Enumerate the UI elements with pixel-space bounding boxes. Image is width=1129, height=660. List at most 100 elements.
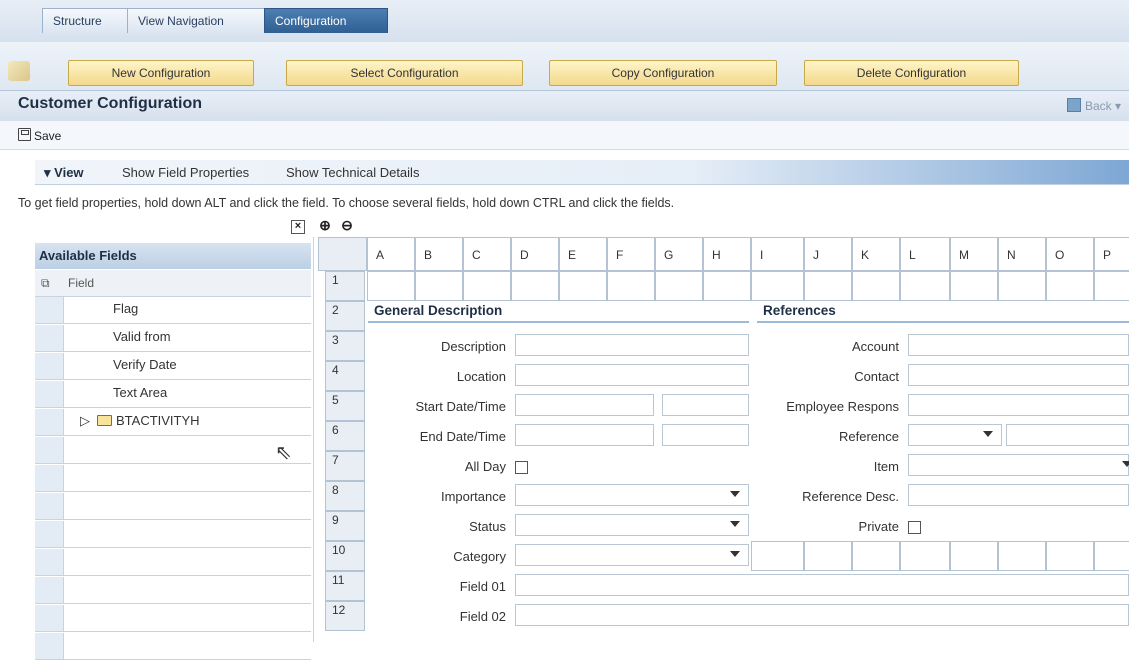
list-item[interactable]	[35, 577, 311, 604]
show-technical-details-link[interactable]: Show Technical Details	[286, 165, 419, 180]
grid-cell[interactable]	[367, 271, 415, 301]
list-item[interactable]: Verify Date	[35, 353, 311, 380]
grid-row-number[interactable]: 5	[325, 391, 365, 421]
grid-column-header[interactable]: E	[559, 237, 607, 271]
grid-cell[interactable]	[950, 271, 998, 301]
list-item[interactable]: Flag	[35, 297, 311, 324]
list-item[interactable]: Valid from	[35, 325, 311, 352]
grid-cell[interactable]	[900, 541, 950, 571]
list-item[interactable]	[35, 549, 311, 576]
grid-row-number[interactable]: 9	[325, 511, 365, 541]
location-field[interactable]	[515, 364, 749, 386]
grid-column-header[interactable]: F	[607, 237, 655, 271]
list-item[interactable]	[35, 633, 311, 660]
account-field[interactable]	[908, 334, 1129, 356]
reference-desc-field[interactable]	[908, 484, 1129, 506]
grid-row-number[interactable]: 11	[325, 571, 365, 601]
new-configuration-button[interactable]: New Configuration	[68, 60, 254, 86]
grid-column-header[interactable]: B	[415, 237, 463, 271]
grid-cell[interactable]	[1094, 271, 1129, 301]
row-selector[interactable]	[35, 409, 64, 435]
grid-cell[interactable]	[559, 271, 607, 301]
grid-cell[interactable]	[703, 271, 751, 301]
tab-view-navigation[interactable]: View Navigation	[127, 8, 281, 33]
grid-column-header[interactable]: M	[950, 237, 998, 271]
row-selector[interactable]	[35, 521, 64, 547]
grid-row-number[interactable]: 12	[325, 601, 365, 631]
grid-cell[interactable]	[804, 271, 852, 301]
grid-column-header[interactable]: H	[703, 237, 751, 271]
end-date-field[interactable]	[515, 424, 654, 446]
field-01-input[interactable]	[515, 574, 1129, 596]
grid-cell[interactable]	[998, 541, 1046, 571]
pencil-icon[interactable]	[8, 61, 30, 81]
row-selector[interactable]	[35, 465, 64, 491]
grid-cell[interactable]	[998, 271, 1046, 301]
grid-column-header[interactable]: O	[1046, 237, 1094, 271]
grid-row-number[interactable]: 7	[325, 451, 365, 481]
grid-column-header[interactable]: D	[511, 237, 559, 271]
grid-cell[interactable]	[511, 271, 559, 301]
list-item[interactable]	[35, 493, 311, 520]
grid-row-number[interactable]: 8	[325, 481, 365, 511]
grid-row-number[interactable]: 10	[325, 541, 365, 571]
grid-row-number[interactable]: 3	[325, 331, 365, 361]
add-row-icon[interactable]: ⊕	[318, 218, 332, 233]
grid-column-header[interactable]: P	[1094, 237, 1129, 271]
grid-cell[interactable]	[1046, 271, 1094, 301]
description-field[interactable]	[515, 334, 749, 356]
tab-configuration[interactable]: Configuration	[264, 8, 388, 33]
grid-column-header[interactable]: L	[900, 237, 950, 271]
remove-row-icon[interactable]: ⊖	[340, 218, 354, 233]
category-dropdown[interactable]	[515, 544, 749, 566]
row-selector[interactable]	[35, 437, 64, 463]
show-field-properties-link[interactable]: Show Field Properties	[122, 165, 249, 180]
grid-cell[interactable]	[1046, 541, 1094, 571]
grid-cell[interactable]	[655, 271, 703, 301]
row-selector[interactable]	[35, 297, 64, 323]
list-item[interactable]	[35, 437, 311, 464]
grid-cell[interactable]	[607, 271, 655, 301]
grid-cell[interactable]	[751, 541, 804, 571]
delete-configuration-button[interactable]: Delete Configuration	[804, 60, 1019, 86]
private-checkbox[interactable]	[908, 521, 921, 534]
employee-responsible-field[interactable]	[908, 394, 1129, 416]
list-item-folder[interactable]: ▷ BTACTIVITYH	[35, 409, 311, 436]
close-icon[interactable]: ×	[291, 220, 305, 234]
row-selector[interactable]	[35, 549, 64, 575]
row-selector[interactable]	[35, 493, 64, 519]
grid-column-header[interactable]: G	[655, 237, 703, 271]
copy-configuration-button[interactable]: Copy Configuration	[549, 60, 777, 86]
grid-row-number[interactable]: 4	[325, 361, 365, 391]
item-dropdown[interactable]	[908, 454, 1129, 476]
contact-field[interactable]	[908, 364, 1129, 386]
start-date-field[interactable]	[515, 394, 654, 416]
grid-column-header[interactable]: N	[998, 237, 1046, 271]
grid-cell[interactable]	[804, 541, 852, 571]
save-button[interactable]: Save	[18, 128, 61, 143]
end-time-field[interactable]	[662, 424, 749, 446]
row-selector[interactable]	[35, 353, 64, 379]
row-selector[interactable]	[35, 605, 64, 631]
grid-cell[interactable]	[900, 271, 950, 301]
expand-icon[interactable]: ▷	[80, 413, 90, 429]
view-toggle[interactable]: ▾ View	[44, 165, 84, 181]
list-item[interactable]	[35, 465, 311, 492]
importance-dropdown[interactable]	[515, 484, 749, 506]
select-configuration-button[interactable]: Select Configuration	[286, 60, 523, 86]
grid-cell[interactable]	[852, 541, 900, 571]
field-02-input[interactable]	[515, 604, 1129, 626]
start-time-field[interactable]	[662, 394, 749, 416]
reference-dropdown[interactable]	[908, 424, 1002, 446]
grid-row-number[interactable]: 2	[325, 301, 365, 331]
reference-field[interactable]	[1006, 424, 1129, 446]
grid-cell[interactable]	[463, 271, 511, 301]
grid-cell[interactable]	[852, 271, 900, 301]
back-button[interactable]: Back ▾	[1066, 98, 1121, 113]
row-selector[interactable]	[35, 633, 64, 659]
grid-cell[interactable]	[950, 541, 998, 571]
grid-row-number[interactable]: 6	[325, 421, 365, 451]
row-selector[interactable]	[35, 577, 64, 603]
grid-cell[interactable]	[751, 271, 804, 301]
grid-column-header[interactable]: K	[852, 237, 900, 271]
